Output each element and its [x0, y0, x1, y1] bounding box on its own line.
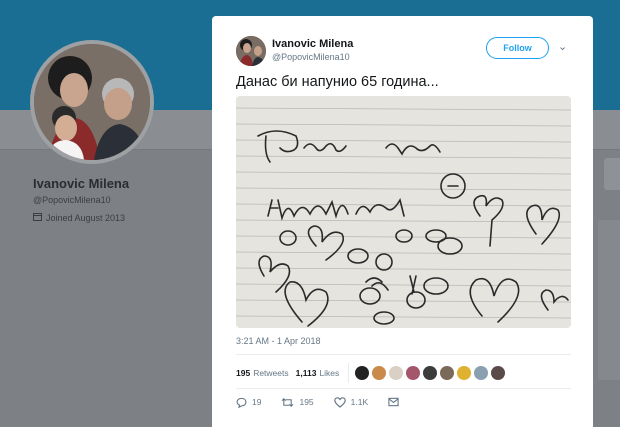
liker-avatars — [355, 366, 506, 380]
like-count: 1.1K — [350, 397, 369, 407]
tweet-author-handle[interactable]: @PopovicMilena10 — [272, 52, 350, 62]
likes-stat[interactable]: 1,113 Likes — [296, 368, 340, 378]
divider — [236, 354, 571, 355]
reply-icon — [236, 397, 247, 408]
follow-button[interactable]: Follow — [486, 37, 549, 59]
liker-avatar[interactable] — [457, 366, 472, 380]
retweet-count: 195 — [299, 397, 314, 407]
profile-side-card — [598, 220, 620, 380]
profile-joined: Joined August 2013 — [33, 212, 125, 223]
liker-avatar[interactable] — [440, 366, 455, 380]
liker-avatar[interactable] — [423, 366, 438, 380]
profile-joined-text: Joined August 2013 — [46, 212, 126, 223]
tweet-photo[interactable] — [236, 96, 571, 328]
reply-count: 19 — [252, 397, 262, 407]
liker-avatar[interactable] — [474, 366, 489, 380]
tweet-timestamp[interactable]: 3:21 AM - 1 Apr 2018 — [236, 336, 321, 346]
profile-side-button — [604, 158, 620, 190]
liker-avatar[interactable] — [389, 366, 404, 380]
liker-avatar[interactable] — [491, 366, 506, 380]
tweet-author-name[interactable]: Ivanovic Milena — [272, 38, 353, 50]
calendar-icon — [33, 212, 42, 223]
envelope-icon — [388, 397, 399, 407]
reply-button[interactable]: 19 — [236, 397, 261, 408]
retweet-button[interactable]: 195 — [281, 397, 314, 408]
like-button[interactable]: 1.1K — [333, 396, 369, 408]
retweets-stat[interactable]: 195 Retweets — [236, 368, 289, 378]
profile-avatar[interactable] — [30, 40, 154, 164]
profile-name: Ivanovic Milena — [33, 176, 130, 191]
liker-avatar[interactable] — [355, 366, 370, 380]
tweet-modal: Ivanovic Milena @PopovicMilena10 Follow … — [212, 16, 593, 427]
liker-avatar[interactable] — [372, 366, 387, 380]
tweet-text: Данас би напунио 65 година... — [236, 74, 439, 90]
tweet-author-avatar[interactable] — [236, 36, 266, 66]
retweet-icon — [281, 397, 294, 408]
message-button[interactable] — [388, 397, 399, 407]
liker-avatar[interactable] — [406, 366, 421, 380]
retweets-label: Retweets — [253, 368, 289, 378]
tweet-stats: 195 Retweets 1,113 Likes — [236, 362, 506, 384]
retweets-count: 195 — [236, 368, 251, 378]
likes-label: Likes — [319, 368, 340, 378]
heart-icon — [333, 396, 346, 408]
divider — [348, 363, 350, 383]
chevron-down-icon[interactable]: ⌄ — [558, 40, 567, 53]
tweet-actions: 19 195 1.1K — [236, 389, 419, 415]
profile-handle[interactable]: @PopovicMilena10 — [33, 195, 111, 205]
likes-count: 1,113 — [295, 368, 317, 378]
